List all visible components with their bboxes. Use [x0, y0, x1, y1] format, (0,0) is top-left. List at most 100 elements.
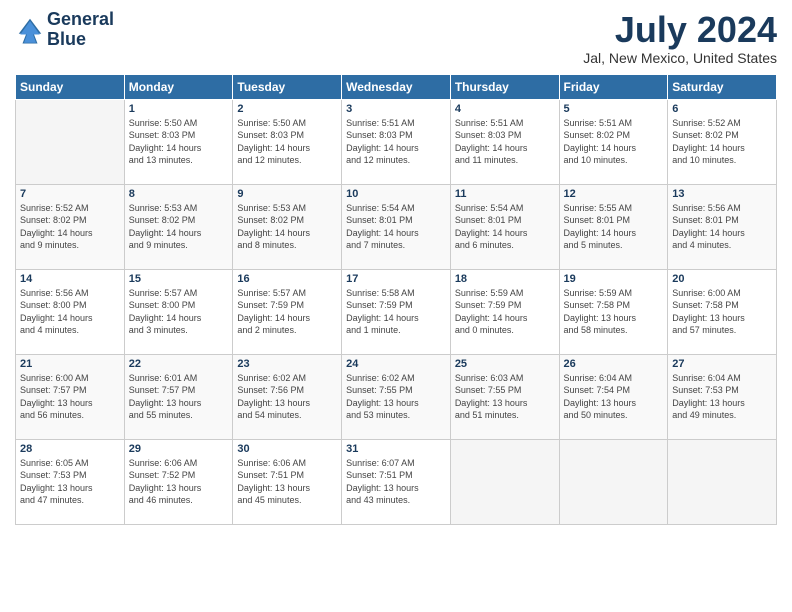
weekday-header-monday: Monday	[124, 74, 233, 99]
logo-icon	[15, 15, 45, 45]
day-number: 9	[237, 188, 337, 200]
calendar-cell: 9 Sunrise: 5:53 AM Sunset: 8:02 PM Daylig…	[233, 184, 342, 269]
day-number: 2	[237, 103, 337, 115]
calendar-cell: 6 Sunrise: 5:52 AM Sunset: 8:02 PM Daylig…	[668, 99, 777, 184]
calendar-cell: 20Sunrise: 6:00 AM Sunset: 7:58 PM Dayli…	[668, 269, 777, 354]
calendar-cell: 5 Sunrise: 5:51 AM Sunset: 8:02 PM Daylig…	[559, 99, 668, 184]
day-info: Sunrise: 5:51 AM Sunset: 8:02 PM Dayligh…	[564, 117, 664, 167]
calendar-cell: 16 Sunrise: 5:57 AM Sunset: 7:59 PM Dayli…	[233, 269, 342, 354]
calendar-cell: 13 Sunrise: 5:56 AM Sunset: 8:01 PM Dayli…	[668, 184, 777, 269]
day-number: 30	[237, 443, 337, 455]
day-info: Sunrise: 5:58 AM Sunset: 7:59 PM Dayligh…	[346, 287, 446, 337]
day-number: 10	[346, 188, 446, 200]
month-title: July 2024	[583, 10, 777, 50]
day-info: Sunrise: 5:50 AM Sunset: 8:03 PM Dayligh…	[129, 117, 229, 167]
day-info: Sunrise: 5:52 AM Sunset: 8:02 PM Dayligh…	[672, 117, 772, 167]
calendar-cell	[16, 99, 125, 184]
day-info: Sunrise: 6:04 AM Sunset: 7:53 PM Dayligh…	[672, 372, 772, 422]
calendar-cell: 24Sunrise: 6:02 AM Sunset: 7:55 PM Dayli…	[342, 354, 451, 439]
day-number: 12	[564, 188, 664, 200]
weekday-header-sunday: Sunday	[16, 74, 125, 99]
calendar-cell: 22Sunrise: 6:01 AM Sunset: 7:57 PM Dayli…	[124, 354, 233, 439]
weekday-header-saturday: Saturday	[668, 74, 777, 99]
day-number: 29	[129, 443, 229, 455]
calendar-cell: 18 Sunrise: 5:59 AM Sunset: 7:59 PM Dayli…	[450, 269, 559, 354]
calendar-cell: 23 Sunrise: 6:02 AM Sunset: 7:56 PM Dayli…	[233, 354, 342, 439]
calendar-cell: 19Sunrise: 5:59 AM Sunset: 7:58 PM Dayli…	[559, 269, 668, 354]
day-info: Sunrise: 5:56 AM Sunset: 8:01 PM Dayligh…	[672, 202, 772, 252]
day-number: 26	[564, 358, 664, 370]
day-info: Sunrise: 6:04 AM Sunset: 7:54 PM Dayligh…	[564, 372, 664, 422]
calendar-cell: 17 Sunrise: 5:58 AM Sunset: 7:59 PM Dayli…	[342, 269, 451, 354]
day-info: Sunrise: 6:00 AM Sunset: 7:58 PM Dayligh…	[672, 287, 772, 337]
day-info: Sunrise: 6:01 AM Sunset: 7:57 PM Dayligh…	[129, 372, 229, 422]
day-number: 8	[129, 188, 229, 200]
title-section: July 2024 Jal, New Mexico, United States	[583, 10, 777, 66]
day-info: Sunrise: 5:51 AM Sunset: 8:03 PM Dayligh…	[455, 117, 555, 167]
calendar-cell: 30 Sunrise: 6:06 AM Sunset: 7:51 PM Dayli…	[233, 439, 342, 524]
day-number: 11	[455, 188, 555, 200]
day-info: Sunrise: 5:53 AM Sunset: 8:02 PM Dayligh…	[129, 202, 229, 252]
day-number: 24	[346, 358, 446, 370]
weekday-header-friday: Friday	[559, 74, 668, 99]
calendar-cell: 1 Sunrise: 5:50 AM Sunset: 8:03 PM Daylig…	[124, 99, 233, 184]
day-info: Sunrise: 5:53 AM Sunset: 8:02 PM Dayligh…	[237, 202, 337, 252]
day-info: Sunrise: 5:59 AM Sunset: 7:59 PM Dayligh…	[455, 287, 555, 337]
weekday-header-wednesday: Wednesday	[342, 74, 451, 99]
calendar-cell	[559, 439, 668, 524]
day-number: 31	[346, 443, 446, 455]
weekday-header-row: SundayMondayTuesdayWednesdayThursdayFrid…	[16, 74, 777, 99]
day-number: 21	[20, 358, 120, 370]
calendar-cell: 3Sunrise: 5:51 AM Sunset: 8:03 PM Daylig…	[342, 99, 451, 184]
day-number: 6	[672, 103, 772, 115]
week-row-2: 7Sunrise: 5:52 AM Sunset: 8:02 PM Daylig…	[16, 184, 777, 269]
day-number: 5	[564, 103, 664, 115]
day-info: Sunrise: 6:07 AM Sunset: 7:51 PM Dayligh…	[346, 457, 446, 507]
day-number: 7	[20, 188, 120, 200]
day-info: Sunrise: 5:59 AM Sunset: 7:58 PM Dayligh…	[564, 287, 664, 337]
day-info: Sunrise: 5:57 AM Sunset: 8:00 PM Dayligh…	[129, 287, 229, 337]
week-row-5: 28 Sunrise: 6:05 AM Sunset: 7:53 PM Dayli…	[16, 439, 777, 524]
day-info: Sunrise: 5:55 AM Sunset: 8:01 PM Dayligh…	[564, 202, 664, 252]
calendar-cell: 8 Sunrise: 5:53 AM Sunset: 8:02 PM Daylig…	[124, 184, 233, 269]
calendar-cell	[668, 439, 777, 524]
weekday-header-tuesday: Tuesday	[233, 74, 342, 99]
calendar-cell: 25Sunrise: 6:03 AM Sunset: 7:55 PM Dayli…	[450, 354, 559, 439]
calendar-cell: 12 Sunrise: 5:55 AM Sunset: 8:01 PM Dayli…	[559, 184, 668, 269]
calendar-cell: 27Sunrise: 6:04 AM Sunset: 7:53 PM Dayli…	[668, 354, 777, 439]
calendar-cell: 4Sunrise: 5:51 AM Sunset: 8:03 PM Daylig…	[450, 99, 559, 184]
calendar-cell: 28 Sunrise: 6:05 AM Sunset: 7:53 PM Dayli…	[16, 439, 125, 524]
day-info: Sunrise: 5:50 AM Sunset: 8:03 PM Dayligh…	[237, 117, 337, 167]
day-number: 18	[455, 273, 555, 285]
day-number: 15	[129, 273, 229, 285]
day-info: Sunrise: 5:56 AM Sunset: 8:00 PM Dayligh…	[20, 287, 120, 337]
calendar-cell: 15 Sunrise: 5:57 AM Sunset: 8:00 PM Dayli…	[124, 269, 233, 354]
calendar-cell: 29Sunrise: 6:06 AM Sunset: 7:52 PM Dayli…	[124, 439, 233, 524]
location: Jal, New Mexico, United States	[583, 50, 777, 66]
calendar-cell: 7Sunrise: 5:52 AM Sunset: 8:02 PM Daylig…	[16, 184, 125, 269]
weekday-header-thursday: Thursday	[450, 74, 559, 99]
day-number: 17	[346, 273, 446, 285]
day-info: Sunrise: 5:57 AM Sunset: 7:59 PM Dayligh…	[237, 287, 337, 337]
calendar-cell	[450, 439, 559, 524]
day-number: 14	[20, 273, 120, 285]
day-number: 13	[672, 188, 772, 200]
week-row-3: 14 Sunrise: 5:56 AM Sunset: 8:00 PM Dayli…	[16, 269, 777, 354]
day-info: Sunrise: 6:00 AM Sunset: 7:57 PM Dayligh…	[20, 372, 120, 422]
calendar-cell: 21 Sunrise: 6:00 AM Sunset: 7:57 PM Dayli…	[16, 354, 125, 439]
logo-text: General Blue	[47, 10, 114, 50]
logo: General Blue	[15, 10, 114, 50]
calendar-table: SundayMondayTuesdayWednesdayThursdayFrid…	[15, 74, 777, 525]
day-info: Sunrise: 6:06 AM Sunset: 7:51 PM Dayligh…	[237, 457, 337, 507]
calendar-cell: 26 Sunrise: 6:04 AM Sunset: 7:54 PM Dayli…	[559, 354, 668, 439]
calendar-cell: 31 Sunrise: 6:07 AM Sunset: 7:51 PM Dayli…	[342, 439, 451, 524]
day-number: 23	[237, 358, 337, 370]
day-info: Sunrise: 6:05 AM Sunset: 7:53 PM Dayligh…	[20, 457, 120, 507]
day-info: Sunrise: 5:51 AM Sunset: 8:03 PM Dayligh…	[346, 117, 446, 167]
day-info: Sunrise: 6:02 AM Sunset: 7:56 PM Dayligh…	[237, 372, 337, 422]
day-number: 16	[237, 273, 337, 285]
day-info: Sunrise: 6:03 AM Sunset: 7:55 PM Dayligh…	[455, 372, 555, 422]
calendar-cell: 2 Sunrise: 5:50 AM Sunset: 8:03 PM Daylig…	[233, 99, 342, 184]
day-number: 1	[129, 103, 229, 115]
day-number: 28	[20, 443, 120, 455]
